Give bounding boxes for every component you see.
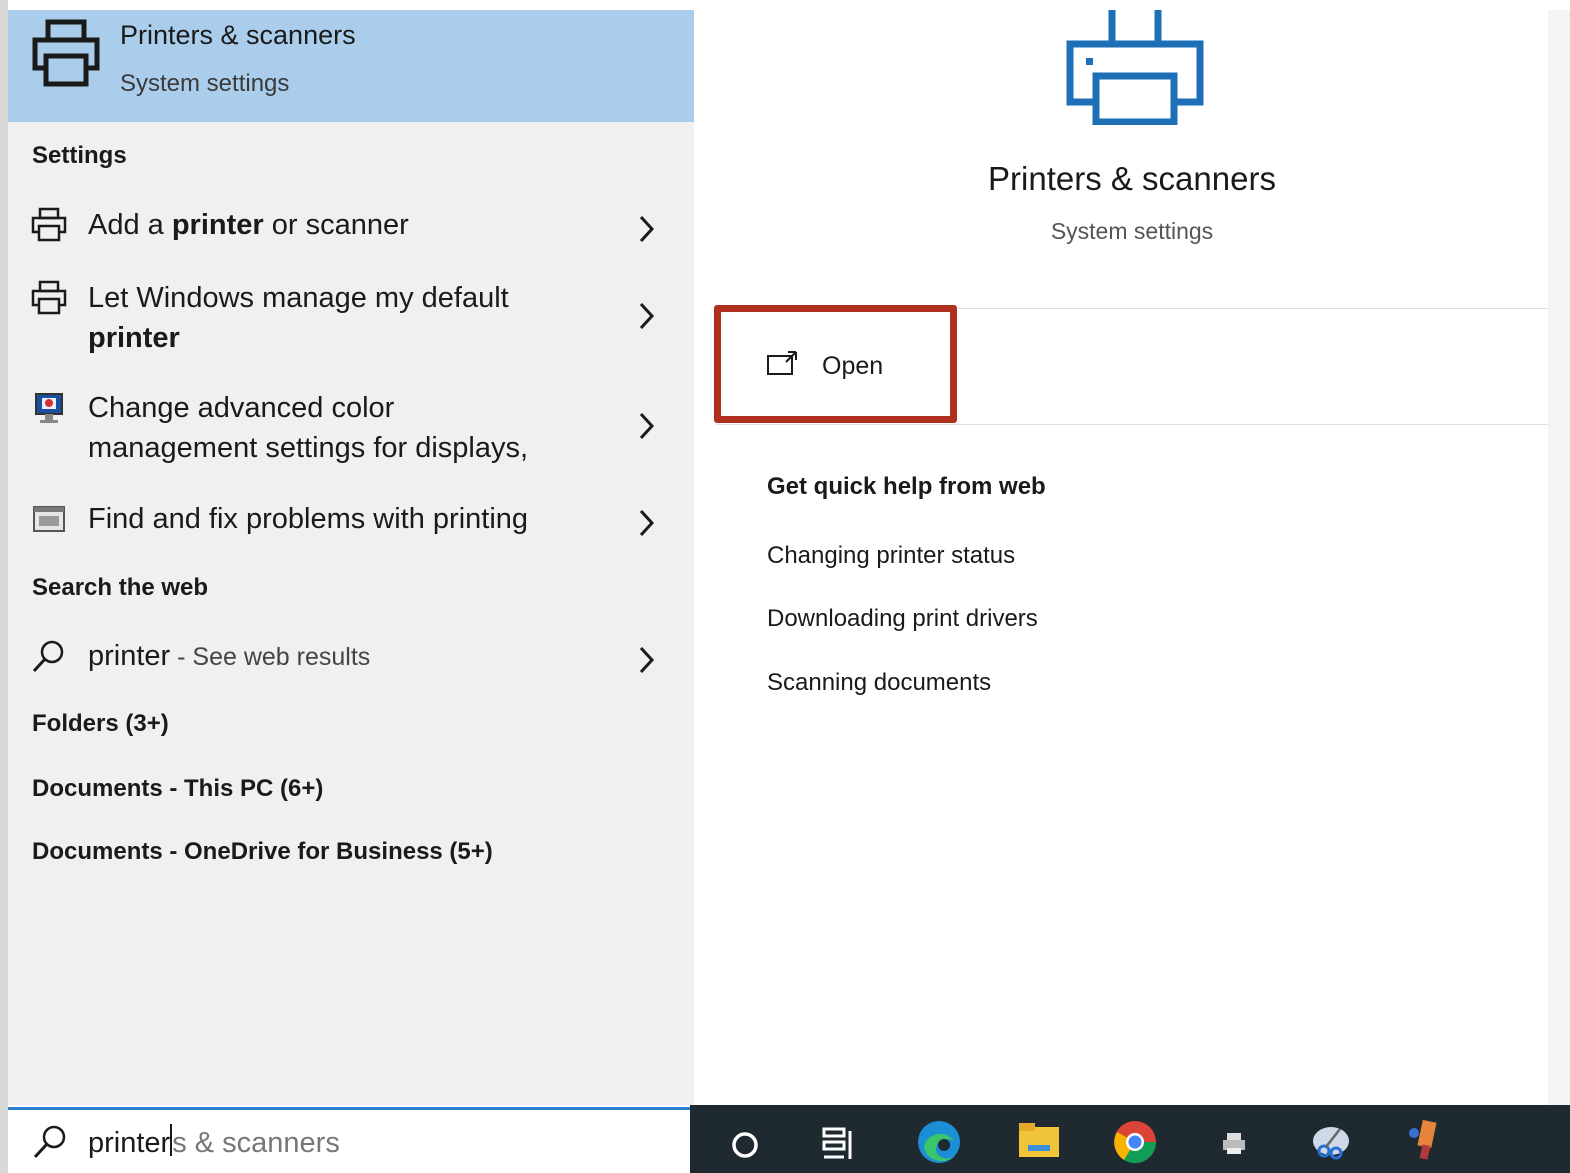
printer-small-icon <box>31 207 67 242</box>
task-view-icon[interactable] <box>812 1115 862 1165</box>
display-color-icon <box>35 393 63 423</box>
section-documents-pc[interactable]: Documents - This PC (6+) <box>32 775 323 803</box>
printer-small-icon <box>31 280 67 315</box>
chevron-right-icon <box>639 646 655 674</box>
search-suggestion: s & scanners <box>172 1127 340 1159</box>
edge-icon[interactable] <box>914 1115 964 1165</box>
help-link[interactable]: Changing printer status <box>767 542 1015 570</box>
search-results-pane: Printers & scanners System settings Sett… <box>8 10 694 1105</box>
result-web-search[interactable]: printer - See web results <box>8 636 694 682</box>
result-text-pre: Add a <box>88 209 172 241</box>
cortana-icon[interactable] <box>720 1115 770 1165</box>
taskbar <box>690 1105 1570 1173</box>
paint-icon[interactable] <box>1400 1115 1450 1165</box>
result-text-bold: printer <box>171 209 264 241</box>
preview-subtitle: System settings <box>1050 218 1214 244</box>
web-search-term: printer <box>88 640 171 672</box>
search-icon <box>33 1125 66 1159</box>
best-match-result[interactable]: Printers & scanners System settings <box>8 10 694 122</box>
best-match-subtitle: System settings <box>120 70 290 97</box>
preview-pane: Printers & scanners System settings Open… <box>716 10 1548 1105</box>
pane-edge <box>1548 10 1570 1105</box>
help-heading: Get quick help from web <box>767 473 1046 500</box>
window-edge <box>0 0 8 1173</box>
file-explorer-icon[interactable] <box>1014 1115 1064 1165</box>
printer-app-icon[interactable] <box>1210 1115 1260 1165</box>
search-box[interactable]: printers & scanners <box>8 1107 690 1173</box>
printer-large-icon <box>1066 10 1204 125</box>
result-text-post: or scanner <box>263 209 409 241</box>
search-icon <box>32 640 64 673</box>
section-documents-onedrive[interactable]: Documents - OneDrive for Business (5+) <box>32 838 493 866</box>
result-color-management[interactable]: Change advanced color management setting… <box>8 388 694 472</box>
annotation-highlight-box <box>714 305 957 423</box>
chevron-right-icon <box>639 302 655 330</box>
snipping-tool-icon[interactable] <box>1306 1115 1356 1165</box>
section-settings: Settings <box>32 142 127 169</box>
result-default-printer[interactable]: Let Windows manage my default printer <box>8 278 694 362</box>
chrome-icon[interactable] <box>1110 1115 1160 1165</box>
divider <box>716 424 1548 425</box>
chevron-right-icon <box>639 215 655 243</box>
search-input-value: printer <box>88 1127 171 1159</box>
chevron-right-icon <box>639 509 655 537</box>
printer-icon <box>32 19 100 87</box>
help-link[interactable]: Scanning documents <box>767 669 991 697</box>
section-search-web: Search the web <box>32 574 209 601</box>
help-link[interactable]: Downloading print drivers <box>767 605 1038 633</box>
result-troubleshoot-printing[interactable]: Find and fix problems with printing <box>8 499 694 545</box>
result-text-line1: Change advanced color <box>88 392 395 424</box>
best-match-title: Printers & scanners <box>120 20 356 50</box>
result-text-line2: printer <box>88 322 180 354</box>
result-text-line1: Let Windows manage my default <box>88 282 509 314</box>
chevron-right-icon <box>639 412 655 440</box>
section-folders[interactable]: Folders (3+) <box>32 710 169 738</box>
result-add-printer[interactable]: Add a printer or scanner <box>8 205 694 251</box>
troubleshoot-icon <box>33 506 65 532</box>
result-text: Find and fix problems with printing <box>88 503 529 535</box>
result-text-line2: management settings for displays, <box>88 432 529 464</box>
web-search-suffix: - See web results <box>170 643 371 671</box>
preview-title: Printers & scanners <box>988 160 1276 197</box>
